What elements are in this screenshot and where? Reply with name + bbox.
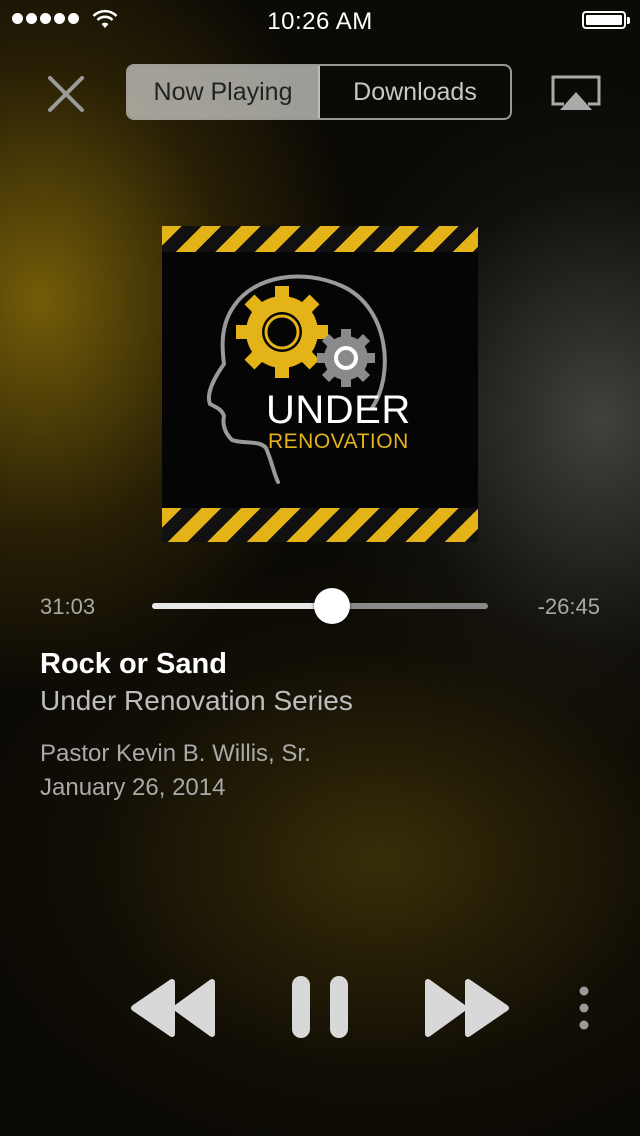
- track-title: Rock or Sand: [40, 648, 227, 680]
- scrubber-knob[interactable]: [314, 588, 351, 624]
- remaining-time: -26:45: [537, 594, 600, 619]
- track-date: January 26, 2014: [40, 774, 226, 801]
- album-artwork: UNDER RENOVATION: [162, 226, 478, 542]
- hazard-stripe-bottom: [162, 508, 478, 542]
- battery-icon: [582, 11, 630, 29]
- rewind-icon[interactable]: [130, 978, 218, 1038]
- track-series: Under Renovation Series: [40, 685, 353, 716]
- artwork-title-line2: RENOVATION: [268, 430, 409, 453]
- status-bar: 10:26 AM: [0, 0, 640, 40]
- airplay-icon[interactable]: [550, 74, 602, 112]
- tab-downloads[interactable]: Downloads: [320, 66, 510, 118]
- elapsed-time: 31:03: [40, 594, 96, 619]
- status-time: 10:26 AM: [267, 8, 373, 35]
- close-icon[interactable]: [44, 72, 88, 116]
- track-speaker: Pastor Kevin B. Willis, Sr.: [40, 740, 311, 767]
- more-vertical-icon[interactable]: [574, 986, 594, 1032]
- view-segmented-control: Now Playing Downloads: [126, 64, 512, 120]
- tab-now-playing[interactable]: Now Playing: [128, 66, 320, 118]
- progress-fill: [152, 603, 333, 609]
- artwork-title-line1: UNDER: [266, 388, 411, 432]
- pause-icon[interactable]: [290, 974, 350, 1040]
- fast-forward-icon[interactable]: [422, 978, 510, 1038]
- head-gears-graphic: [207, 274, 387, 484]
